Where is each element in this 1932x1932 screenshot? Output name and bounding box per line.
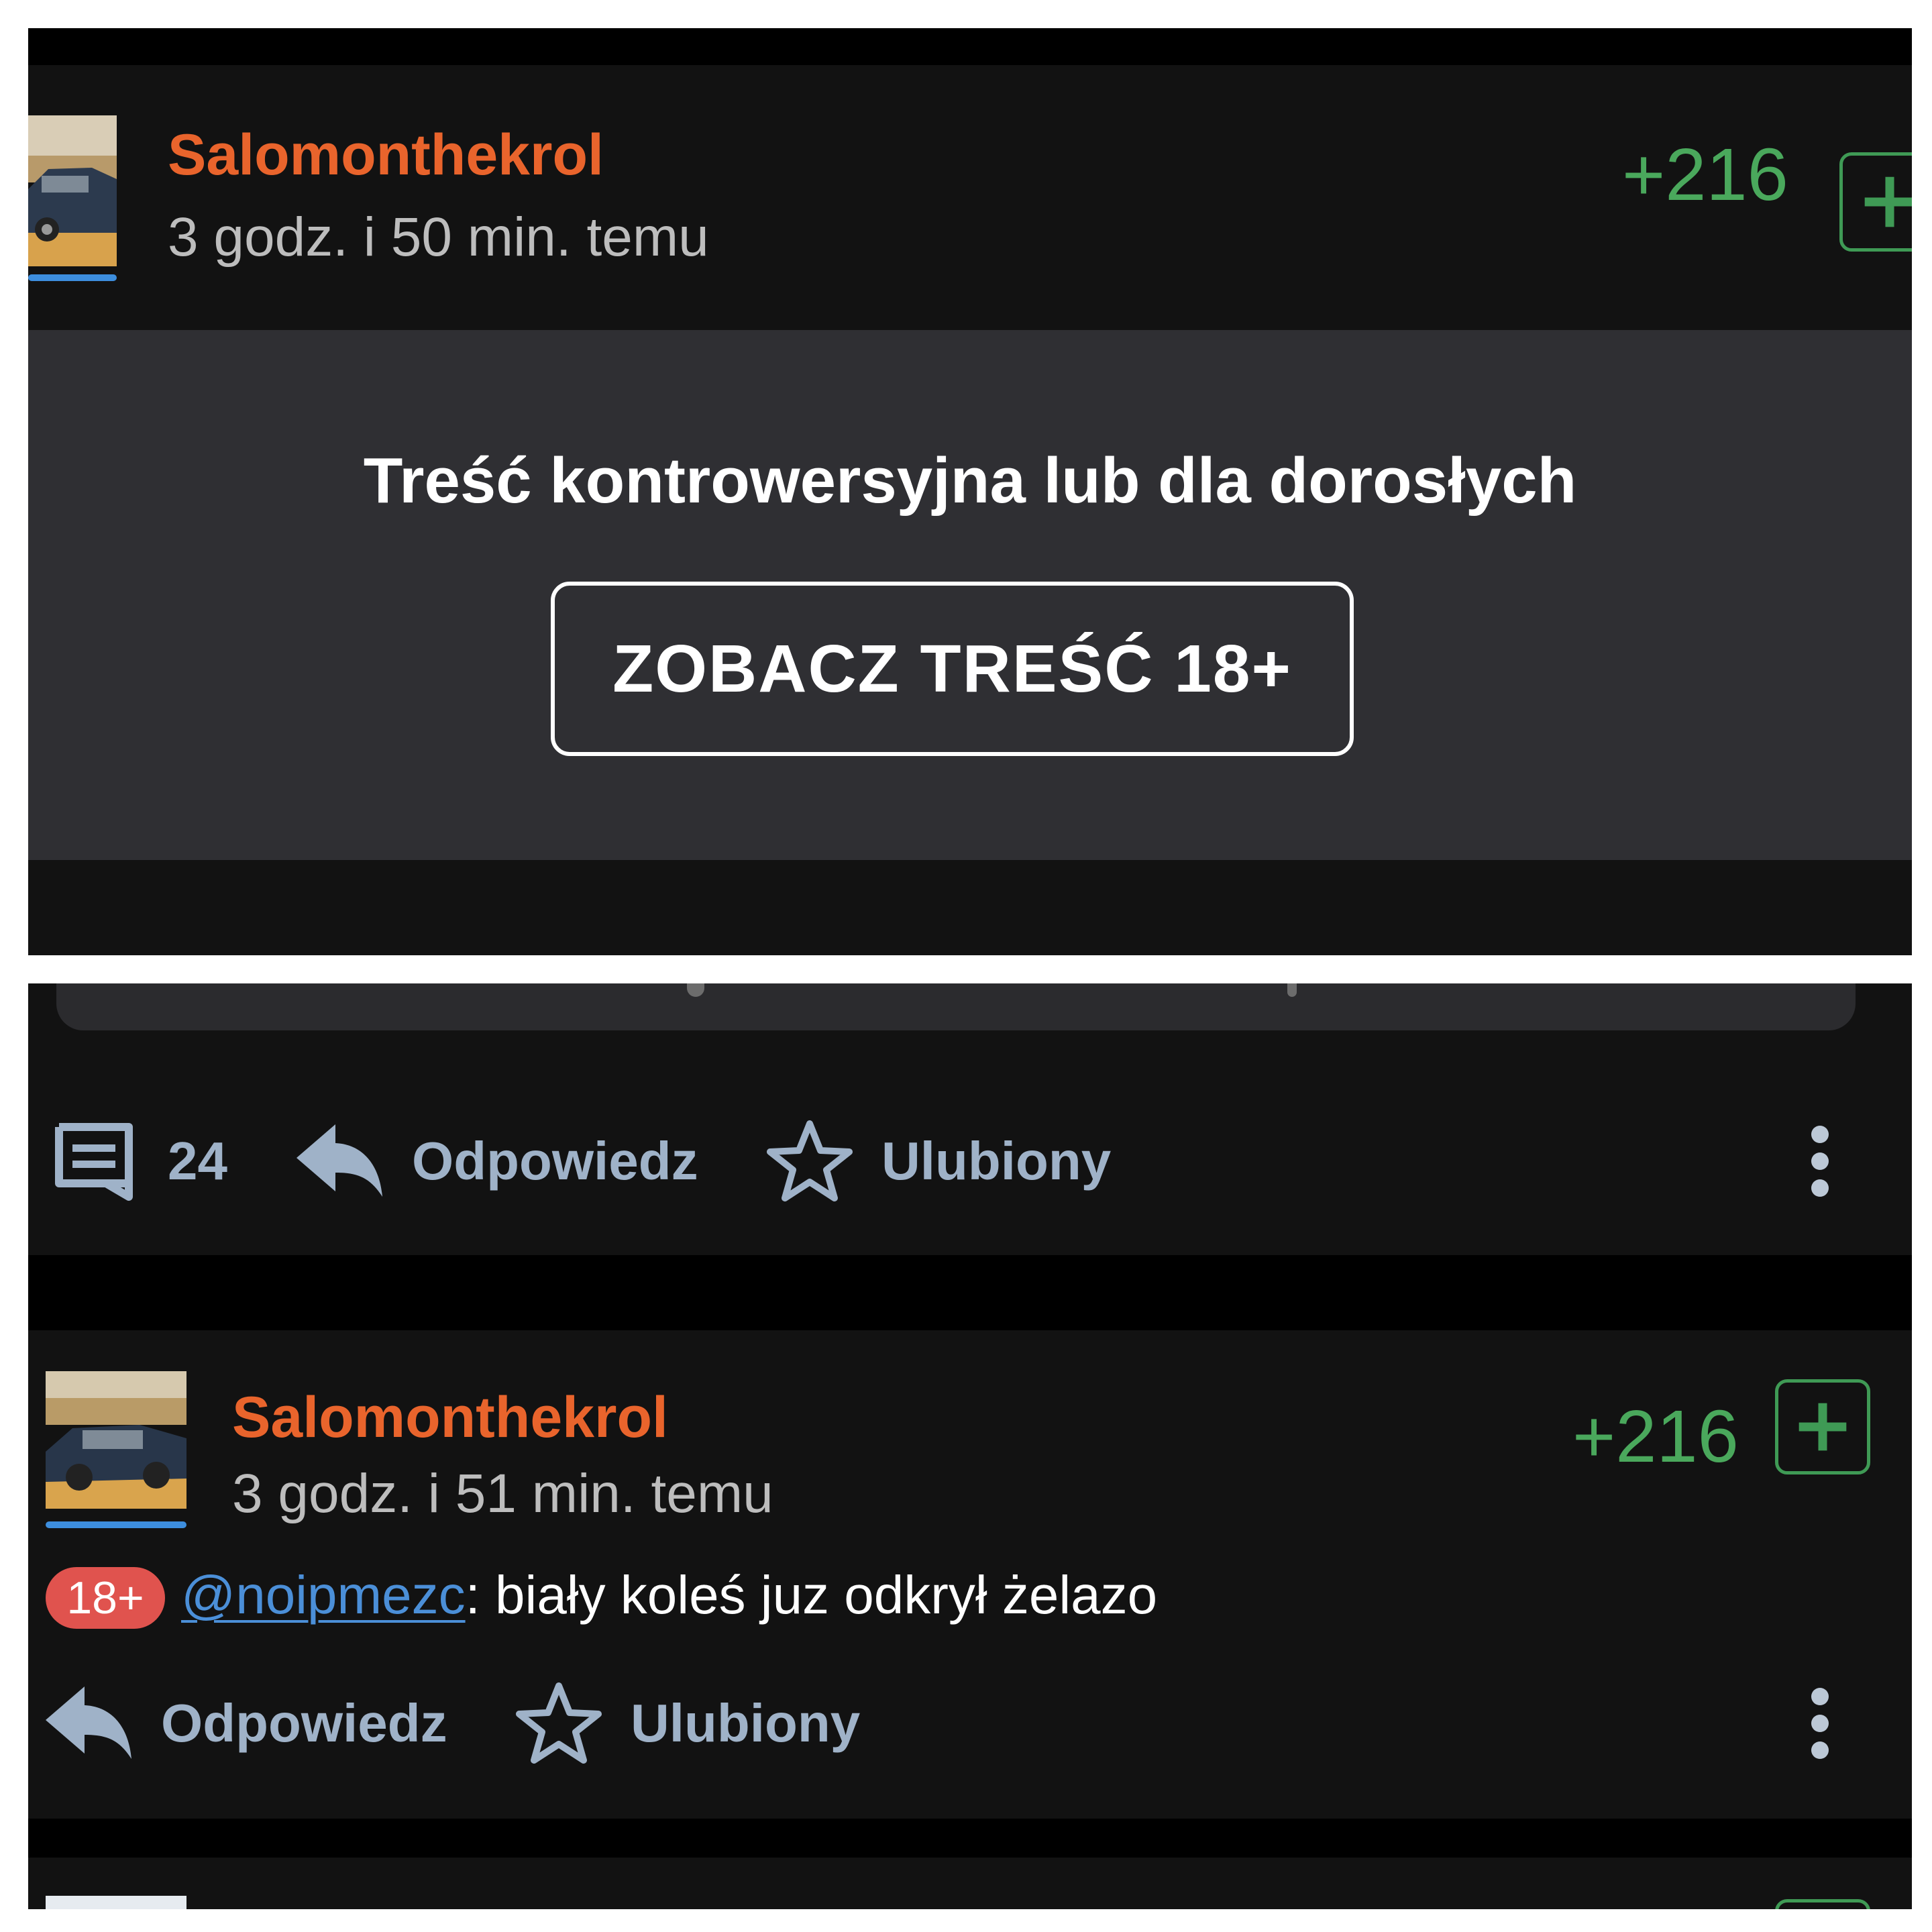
favorite-button[interactable]: Ulubiony: [766, 1111, 1111, 1212]
reply-button[interactable]: Odpowiedz: [297, 1111, 698, 1212]
car-photo-icon: [28, 115, 117, 266]
post-body-footer: [28, 860, 1912, 955]
plus-icon: [1799, 1403, 1847, 1451]
comment-score: +216: [1572, 1395, 1739, 1478]
comment-actions: Odpowiedz Ulubiony: [28, 1673, 1912, 1774]
upvote-button[interactable]: [1775, 1379, 1870, 1474]
avatar-status-bar: [46, 1521, 186, 1528]
star-icon: [516, 1682, 602, 1764]
comment-count: 24: [168, 1131, 227, 1191]
bottom-screenshot: 24 Odpowiedz Ulubiony Salomonthekrol 3 g…: [28, 983, 1912, 1909]
avatar[interactable]: [28, 115, 117, 266]
post-actions: 24 Odpowiedz Ulubiony: [28, 1111, 1912, 1212]
next-avatar[interactable]: [46, 1896, 186, 1909]
comment-avatar[interactable]: [46, 1371, 186, 1509]
star-icon: [767, 1120, 853, 1201]
reply-icon: [297, 1124, 382, 1197]
nsfw-badge: 18+: [46, 1567, 165, 1629]
car-photo-icon: [46, 1371, 186, 1509]
favorite-label: Ulubiony: [631, 1693, 861, 1753]
comment-timestamp: 3 godz. i 51 min. temu: [232, 1463, 773, 1524]
embed-card-bottom: [56, 983, 1856, 1030]
reply-button[interactable]: Odpowiedz: [46, 1673, 447, 1774]
upvote-button[interactable]: [1775, 1899, 1870, 1909]
reply-icon: [46, 1686, 131, 1759]
avatar-status-bar: [28, 274, 117, 281]
favorite-button[interactable]: Ulubiony: [515, 1673, 860, 1774]
embed-text-fragment: [687, 983, 704, 997]
post-score: +216: [1622, 133, 1788, 216]
comment-username[interactable]: Salomonthekrol: [232, 1385, 668, 1451]
comment-icon: [55, 1123, 133, 1201]
favorite-label: Ulubiony: [881, 1131, 1112, 1191]
user-mention-link[interactable]: @noipmezc: [181, 1565, 466, 1625]
post-timestamp: 3 godz. i 50 min. temu: [168, 207, 709, 268]
upvote-button[interactable]: [1839, 152, 1912, 252]
nsfw-title: Treść kontrowersyjna lub dla dorosłych: [363, 445, 1577, 517]
reply-label: Odpowiedz: [412, 1131, 698, 1191]
more-options-icon[interactable]: [1799, 1111, 1839, 1212]
more-options-icon[interactable]: [1799, 1673, 1839, 1774]
top-screenshot: Salomonthekrol 3 godz. i 50 min. temu +2…: [28, 28, 1912, 955]
comments-button[interactable]: 24: [54, 1111, 227, 1212]
comment-body: : biały koleś juz odkrył żelazo: [465, 1565, 1158, 1625]
plus-icon: [1864, 176, 1912, 227]
show-nsfw-button[interactable]: ZOBACZ TREŚĆ 18+: [551, 582, 1354, 756]
post-header: Salomonthekrol 3 godz. i 50 min. temu +2…: [28, 65, 1912, 330]
post-username[interactable]: Salomonthekrol: [168, 122, 604, 189]
separator: [28, 1819, 1912, 1858]
embed-text-fragment: [1287, 983, 1297, 997]
reply-label: Odpowiedz: [161, 1693, 447, 1753]
comment-text: @noipmezc: biały koleś juz odkrył żelazo: [181, 1564, 1157, 1626]
nsfw-overlay: Treść kontrowersyjna lub dla dorosłych Z…: [28, 330, 1912, 860]
separator: [28, 1255, 1912, 1330]
